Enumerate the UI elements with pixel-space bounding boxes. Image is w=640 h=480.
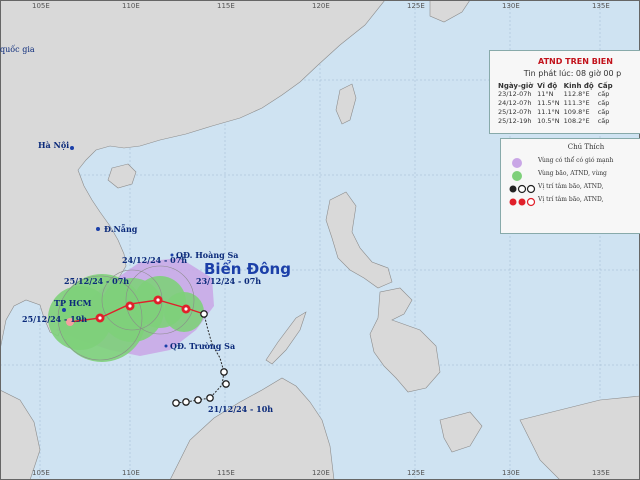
place-danang: Đ.Nẵng — [104, 224, 138, 234]
lon-tick-top: 105E — [32, 2, 50, 10]
lon-tick-bottom: 135E — [592, 469, 610, 477]
legend-item-label: Vùng có thể có gió mạnh — [538, 157, 614, 164]
track-label: 21/12/24 - 10h — [208, 404, 274, 414]
table-cell: 108.2°E — [563, 117, 590, 125]
table-cell: cấp — [597, 90, 610, 98]
table-cell: 25/12-07h — [498, 108, 532, 116]
track-label: 24/12/24 - 07h — [122, 255, 188, 265]
legend-panel: Chú Thích Vùng có thể có gió mạnh Vùng b… — [500, 138, 640, 234]
legend-item-label: Vị trí tâm bão, ATND, — [538, 183, 604, 190]
table-row: 24/12-07h 11.5°N 111.3°E cấp — [496, 99, 615, 108]
legend-item-label: Vùng bão, ATND, vùng — [538, 170, 607, 177]
lon-tick-bottom: 115E — [217, 469, 235, 477]
track-label: 23/12/24 - 07h — [196, 276, 262, 286]
green-circle-icon — [512, 171, 522, 181]
table-cell: 11.5°N — [537, 99, 560, 107]
place-hcm: TP HCM — [54, 298, 92, 308]
lon-tick-top: 135E — [592, 2, 610, 10]
lon-tick-bottom: 125E — [407, 469, 425, 477]
table-cell: cấp — [597, 108, 610, 116]
table-cell: cấp — [597, 99, 610, 107]
info-table: Ngày-giờ Vĩ độ Kinh độ Cấp 23/12-07h 11°… — [496, 82, 615, 126]
table-cell: cấp — [597, 117, 610, 125]
table-cell: 24/12-07h — [498, 99, 532, 107]
lon-tick-bottom: 120E — [312, 469, 330, 477]
place-hanoi: Hà Nội — [38, 140, 70, 150]
info-title: ATND TREN BIEN — [538, 57, 613, 66]
header-cell: Kinh độ — [563, 82, 594, 90]
lon-tick-top: 130E — [502, 2, 520, 10]
header-cell: Vĩ độ — [537, 82, 558, 90]
lon-tick-bottom: 105E — [32, 469, 50, 477]
track-label: 25/12/24 - 19h — [22, 314, 88, 324]
lon-tick-top: 110E — [122, 2, 140, 10]
legend-item: Vị trí tâm bão, ATND, — [507, 183, 640, 195]
header-cell: Ngày-giờ — [498, 82, 534, 90]
legend-item: Vùng bão, ATND, vùng — [507, 170, 640, 182]
table-cell: 25/12-19h — [498, 117, 532, 125]
corner-label: quốc gia — [0, 45, 35, 54]
table-cell: 11.1°N — [537, 108, 560, 116]
info-table-header: Ngày-giờ Vĩ độ Kinh độ Cấp — [496, 82, 615, 90]
table-cell: 10.5°N — [537, 117, 560, 125]
storm-info-panel: ATND TREN BIEN Tin phát lúc: 08 giờ 00 p… — [489, 50, 640, 134]
lon-tick-top: 125E — [407, 2, 425, 10]
table-row: 23/12-07h 11°N 112.8°E cấp — [496, 90, 615, 99]
purple-circle-icon — [512, 158, 522, 168]
lon-tick-bottom: 110E — [122, 469, 140, 477]
legend-item-label: Vị trí tâm bão, ATND, — [538, 196, 604, 203]
legend-item: Vùng có thể có gió mạnh — [507, 157, 640, 169]
black-storm-symbols-icon — [509, 184, 536, 194]
info-issued-time: Tin phát lúc: 08 giờ 00 p — [523, 69, 622, 78]
red-storm-symbols-icon — [509, 197, 536, 207]
table-cell: 11°N — [537, 90, 554, 98]
table-cell: 109.8°E — [563, 108, 590, 116]
table-row: 25/12-19h 10.5°N 108.2°E cấp — [496, 117, 615, 126]
legend-item: Vị trí tâm bão, ATND, — [507, 196, 640, 208]
lon-tick-top: 115E — [217, 2, 235, 10]
table-cell: 111.3°E — [563, 99, 590, 107]
place-truongsa: QĐ. Trường Sa — [170, 341, 236, 351]
lon-tick-top: 120E — [312, 2, 330, 10]
header-cell: Cấp — [597, 82, 613, 90]
table-cell: 112.8°E — [563, 90, 590, 98]
lon-tick-bottom: 130E — [502, 469, 520, 477]
legend-title: Chú Thích — [567, 143, 605, 151]
table-row: 25/12-07h 11.1°N 109.8°E cấp — [496, 108, 615, 117]
track-label: 25/12/24 - 07h — [64, 276, 130, 286]
table-cell: 23/12-07h — [498, 90, 532, 98]
